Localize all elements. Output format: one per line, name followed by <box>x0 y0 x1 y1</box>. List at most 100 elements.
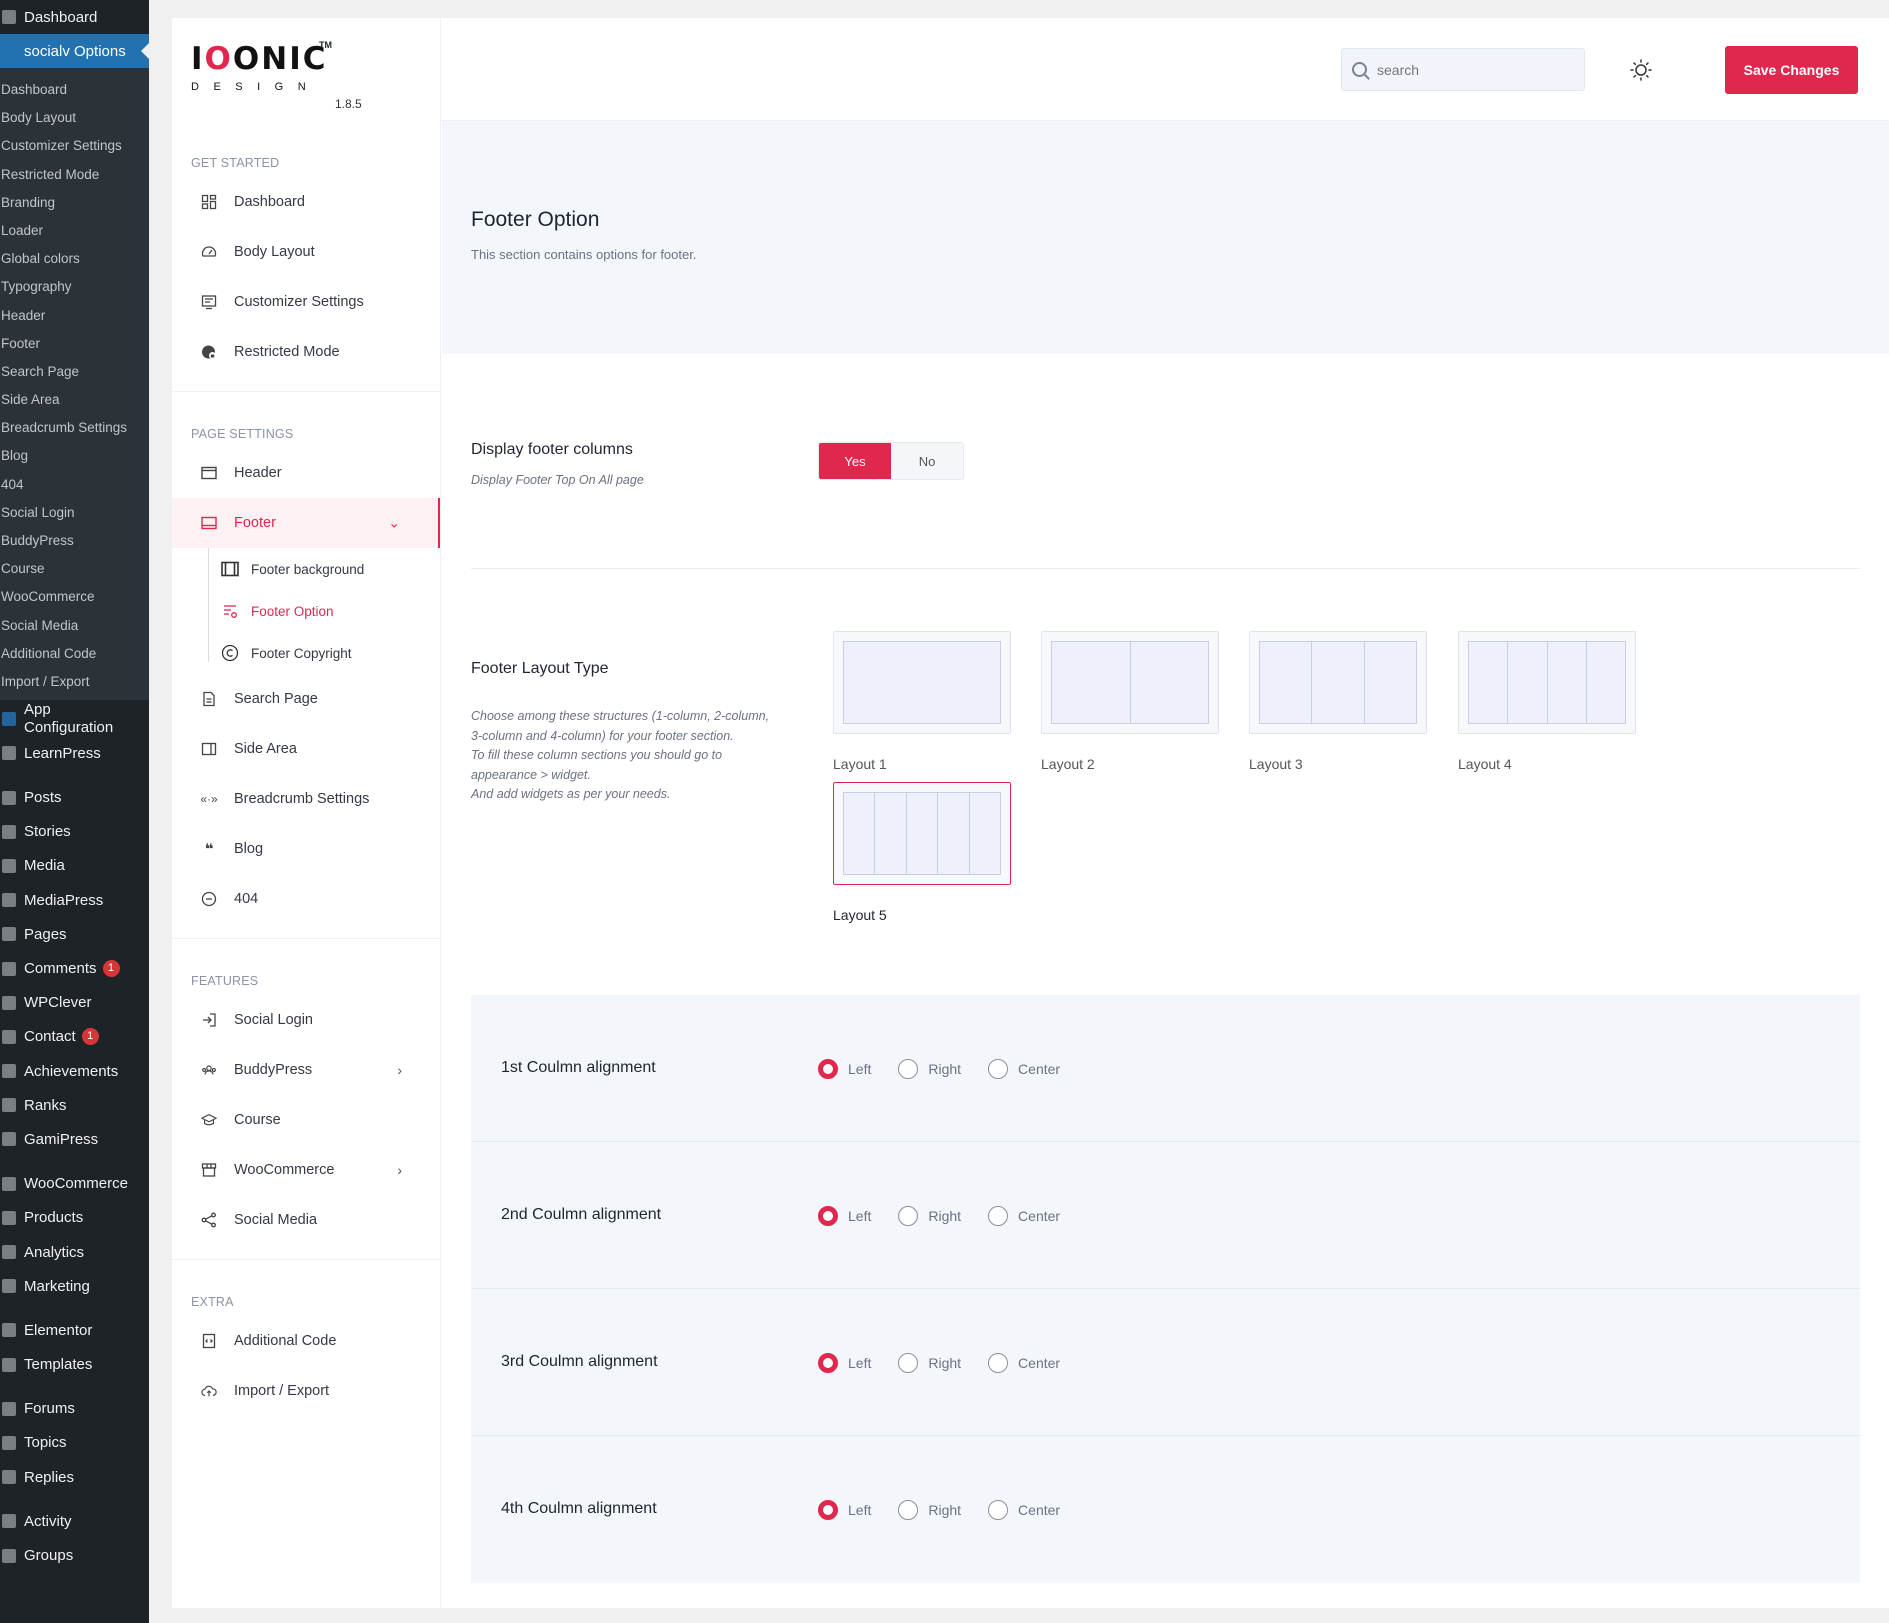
wp-menu-analytics[interactable]: Analytics <box>0 1235 149 1269</box>
wp-menu-wpclever[interactable]: WPClever <box>0 986 149 1020</box>
wp-menu-replies[interactable]: Replies <box>0 1460 149 1494</box>
wp-sub-restricted-mode[interactable]: Restricted Mode <box>0 161 149 189</box>
radio-center[interactable]: Center <box>988 1353 1060 1373</box>
nav-item-breadcrumb-settings[interactable]: «·» Breadcrumb Settings <box>172 774 440 824</box>
layout-option-3[interactable]: Layout 3 <box>1249 631 1427 772</box>
wp-sub-side-area[interactable]: Side Area <box>0 386 149 414</box>
nav-item-body-layout[interactable]: Body Layout <box>172 227 440 277</box>
nav-item-404[interactable]: 404 <box>172 874 440 924</box>
wp-sub-breadcrumb-settings[interactable]: Breadcrumb Settings <box>0 414 149 442</box>
wp-sub-search-page[interactable]: Search Page <box>0 358 149 386</box>
radio-dot <box>818 1059 838 1079</box>
radio-right[interactable]: Right <box>898 1059 961 1079</box>
wp-menu-contact[interactable]: Contact 1 <box>0 1020 149 1054</box>
wp-menu-pages[interactable]: Pages <box>0 917 149 951</box>
nav-item-blog[interactable]: ❝ Blog <box>172 824 440 874</box>
nav-item-buddypress[interactable]: BuddyPress › <box>172 1045 440 1095</box>
wp-menu-products[interactable]: Products <box>0 1201 149 1235</box>
layout-option-4[interactable]: Layout 4 <box>1458 631 1636 772</box>
wp-sub-additional-code[interactable]: Additional Code <box>0 640 149 668</box>
radio-left[interactable]: Left <box>818 1206 871 1226</box>
wp-menu-stories[interactable]: Stories <box>0 815 149 849</box>
wp-menu-activity[interactable]: Activity <box>0 1504 149 1538</box>
search-input[interactable] <box>1377 61 1557 78</box>
wp-menu-dashboard[interactable]: Dashboard <box>0 0 149 34</box>
no-button[interactable]: No <box>891 443 963 479</box>
wp-sub-header[interactable]: Header <box>0 302 149 330</box>
wp-menu-groups[interactable]: Groups <box>0 1538 149 1572</box>
nav-item-customizer-settings[interactable]: Customizer Settings <box>172 277 440 327</box>
nav-sub-footer-option[interactable]: Footer Option <box>172 590 440 632</box>
layout-option-1[interactable]: Layout 1 <box>833 631 1011 772</box>
nav-item-import-export[interactable]: Import / Export <box>172 1366 440 1416</box>
activity-icon <box>2 1514 16 1529</box>
nav-item-additional-code[interactable]: Additional Code <box>172 1316 440 1366</box>
nav-item-footer[interactable]: Footer ⌄ <box>172 498 440 548</box>
wp-sub-customizer-settings[interactable]: Customizer Settings <box>0 132 149 160</box>
radio-right[interactable]: Right <box>898 1353 961 1373</box>
wp-sub-buddypress[interactable]: BuddyPress <box>0 527 149 555</box>
nav-item-social-login[interactable]: Social Login <box>172 995 440 1045</box>
wp-menu-media[interactable]: Media <box>0 849 149 883</box>
radio-center[interactable]: Center <box>988 1206 1060 1226</box>
radio-left[interactable]: Left <box>818 1500 871 1520</box>
wp-sub-woocommerce[interactable]: WooCommerce <box>0 583 149 611</box>
wp-sub-branding[interactable]: Branding <box>0 189 149 217</box>
wp-sub-import-export[interactable]: Import / Export <box>0 668 149 696</box>
nav-item-search-page[interactable]: Search Page <box>172 674 440 724</box>
wp-menu-marketing[interactable]: Marketing <box>0 1269 149 1303</box>
layout-option-5[interactable]: Layout 5 <box>833 782 1011 923</box>
wp-menu-mediapress[interactable]: MediaPress <box>0 883 149 917</box>
wp-sub-social-media[interactable]: Social Media <box>0 612 149 640</box>
nav-item-side-area[interactable]: Side Area <box>172 724 440 774</box>
radio-left[interactable]: Left <box>818 1059 871 1079</box>
nav-item-header[interactable]: Header <box>172 448 440 498</box>
wp-sub-typography[interactable]: Typography <box>0 273 149 301</box>
wp-menu-ranks[interactable]: Ranks <box>0 1088 149 1122</box>
wp-menu-achievements[interactable]: Achievements <box>0 1054 149 1088</box>
radio-left[interactable]: Left <box>818 1353 871 1373</box>
wp-menu-comments[interactable]: Comments 1 <box>0 951 149 985</box>
wp-menu-socialv-options[interactable]: socialv Options <box>0 34 149 68</box>
nav-sub-footer-background[interactable]: Footer background <box>172 548 440 590</box>
pages-icon <box>2 927 16 942</box>
save-changes-button[interactable]: Save Changes <box>1725 46 1858 94</box>
ranks-icon <box>2 1098 16 1113</box>
search-box[interactable] <box>1341 48 1585 91</box>
radio-right[interactable]: Right <box>898 1206 961 1226</box>
wp-menu-forums[interactable]: Forums <box>0 1392 149 1426</box>
users-icon <box>201 1062 217 1078</box>
wp-sub-global-colors[interactable]: Global colors <box>0 245 149 273</box>
radio-center[interactable]: Center <box>988 1500 1060 1520</box>
wp-sub-blog[interactable]: Blog <box>0 442 149 470</box>
wp-sub-404[interactable]: 404 <box>0 471 149 499</box>
groups-icon <box>2 1548 16 1563</box>
wp-sub-dashboard[interactable]: Dashboard <box>0 76 149 104</box>
wp-sub-social-login[interactable]: Social Login <box>0 499 149 527</box>
nav-item-woocommerce[interactable]: WooCommerce › <box>172 1145 440 1195</box>
wp-menu-posts[interactable]: Posts <box>0 781 149 815</box>
theme-toggle-sun-icon[interactable] <box>1629 58 1653 82</box>
wp-menu-gamipress[interactable]: GamiPress <box>0 1122 149 1156</box>
nav-item-dashboard[interactable]: Dashboard <box>172 177 440 227</box>
radio-center[interactable]: Center <box>988 1059 1060 1079</box>
layout-option-2[interactable]: Layout 2 <box>1041 631 1219 772</box>
wp-sub-body-layout[interactable]: Body Layout <box>0 104 149 132</box>
radio-right[interactable]: Right <box>898 1500 961 1520</box>
nav-sub-footer-copyright[interactable]: Footer Copyright <box>172 632 440 674</box>
wp-menu-learnpress[interactable]: LearnPress <box>0 736 149 770</box>
wp-menu-topics[interactable]: Topics <box>0 1426 149 1460</box>
wp-menu-app-configuration[interactable]: App Configuration <box>0 701 149 736</box>
nav-item-course[interactable]: Course <box>172 1095 440 1145</box>
trademark: TM <box>319 40 332 50</box>
share-icon <box>201 1212 217 1228</box>
nav-item-social-media[interactable]: Social Media <box>172 1195 440 1245</box>
wp-sub-course[interactable]: Course <box>0 555 149 583</box>
wp-menu-elementor[interactable]: Elementor <box>0 1313 149 1347</box>
nav-item-restricted-mode[interactable]: Restricted Mode <box>172 327 440 377</box>
wp-sub-footer[interactable]: Footer <box>0 330 149 358</box>
wp-sub-loader[interactable]: Loader <box>0 217 149 245</box>
wp-menu-woocommerce[interactable]: WooCommerce <box>0 1167 149 1201</box>
wp-menu-templates[interactable]: Templates <box>0 1348 149 1382</box>
yes-button[interactable]: Yes <box>819 443 891 479</box>
